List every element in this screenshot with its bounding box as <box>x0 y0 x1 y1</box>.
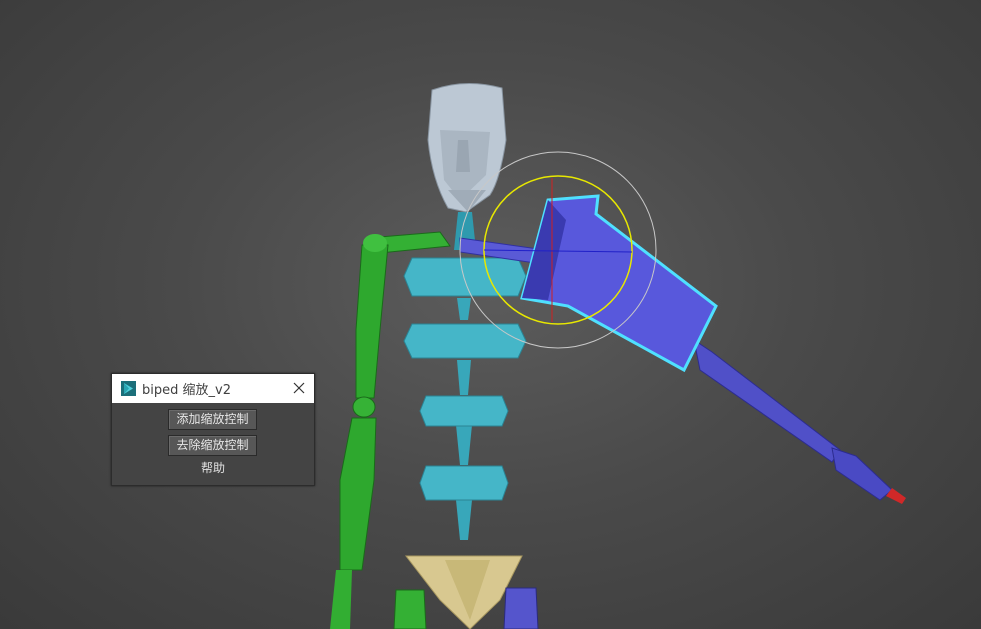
spine-link-4 <box>456 500 472 540</box>
spine-vertebra-1 <box>403 257 527 297</box>
right-leg-top <box>503 587 539 629</box>
right-arm[interactable] <box>459 194 906 504</box>
dialog-titlebar[interactable]: biped 缩放_v2 <box>112 374 314 403</box>
spine[interactable] <box>403 212 527 540</box>
nose <box>456 140 470 172</box>
left-leg-top <box>393 589 427 629</box>
biped-scale-dialog: biped 缩放_v2 添加缩放控制 去除缩放控制 帮助 <box>111 373 315 486</box>
help-link[interactable]: 帮助 <box>112 459 314 476</box>
right-hand <box>831 447 893 501</box>
remove-scale-control-button[interactable]: 去除缩放控制 <box>168 435 257 456</box>
add-scale-control-button[interactable]: 添加缩放控制 <box>168 409 257 430</box>
3d-viewport[interactable] <box>0 0 981 629</box>
left-forearm <box>339 417 377 571</box>
left-hand <box>330 570 352 629</box>
left-upper-arm <box>355 244 389 399</box>
left-elbow-joint <box>352 396 376 418</box>
spine-vertebra-2 <box>403 323 527 359</box>
head[interactable] <box>427 82 507 213</box>
spine-link-3 <box>456 425 472 465</box>
dialog-title: biped 缩放_v2 <box>142 383 231 398</box>
right-forearm <box>693 338 841 463</box>
close-icon[interactable] <box>290 379 308 397</box>
spine-link-1 <box>457 298 471 320</box>
spine-vertebra-3 <box>419 395 509 427</box>
spine-link-2 <box>457 360 471 395</box>
left-shoulder-joint <box>363 234 387 252</box>
3dsmax-icon <box>121 381 136 396</box>
spine-vertebra-4 <box>419 465 509 501</box>
biped-scene <box>330 82 906 629</box>
